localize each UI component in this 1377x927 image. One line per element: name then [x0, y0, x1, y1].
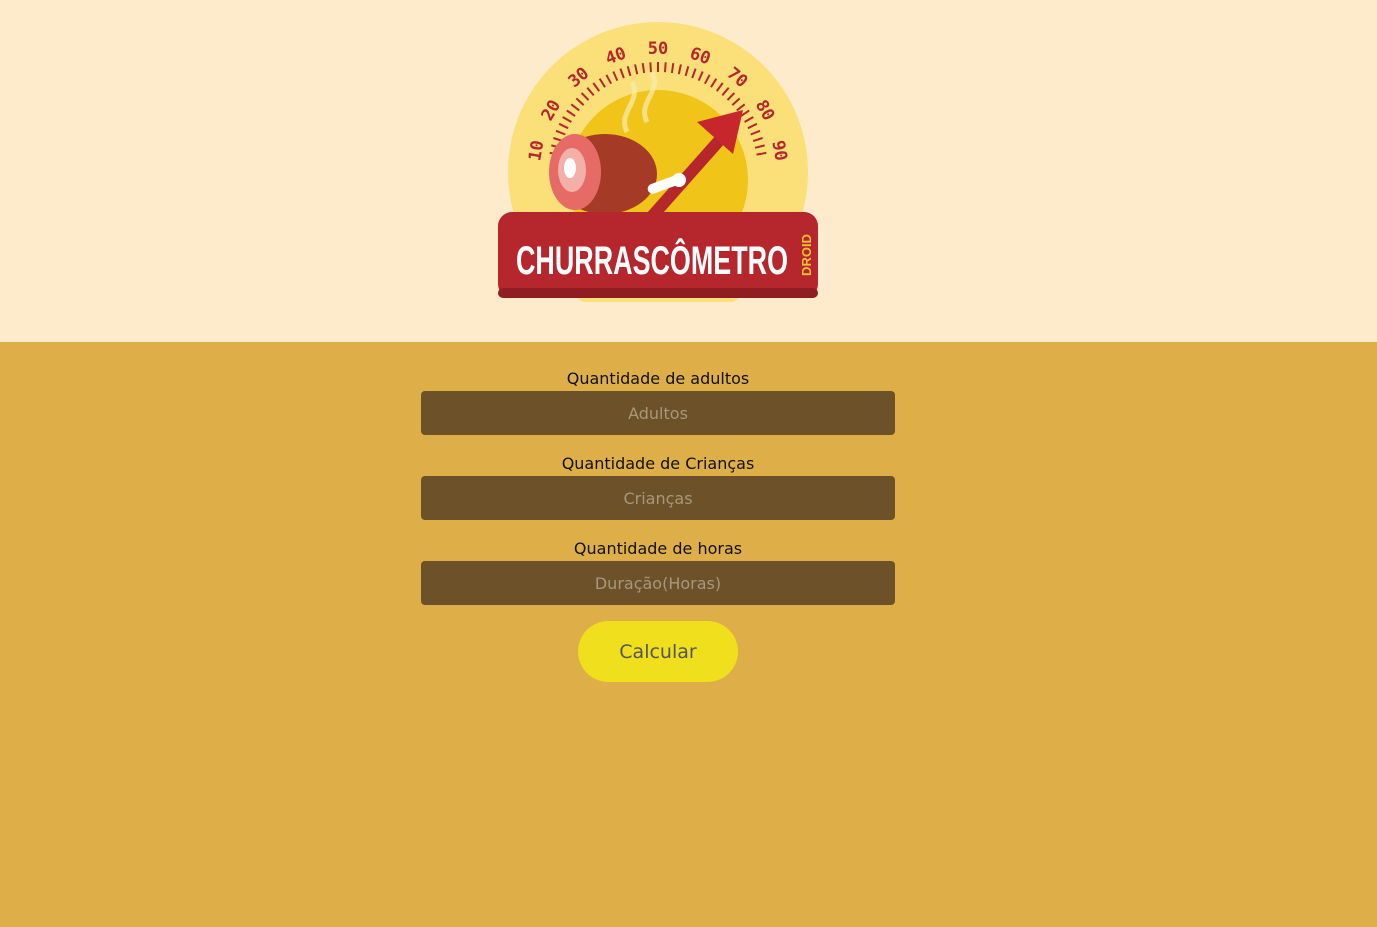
dial-tick [664, 62, 667, 73]
header: 102030405060708090 CHURRASCÔMETRO DROID [0, 0, 1377, 342]
children-input[interactable] [421, 476, 895, 520]
children-label: Quantidade de Crianças [561, 454, 755, 473]
dial-tick [641, 62, 646, 74]
logo-title: CHURRASCÔMETRO [516, 237, 788, 283]
logo-banner-shadow [498, 288, 818, 298]
adults-label: Quantidade de adultos [566, 369, 750, 388]
hours-input[interactable] [421, 561, 895, 605]
adults-input[interactable] [421, 391, 895, 435]
dial-number: 10 [525, 139, 548, 163]
logo-suffix: DROID [799, 234, 814, 276]
hours-label: Quantidade de horas [573, 539, 743, 558]
dial-number: 50 [648, 39, 668, 59]
calculate-button[interactable]: Calcular [578, 621, 738, 682]
dial-tick [670, 62, 675, 74]
dial-tick [649, 62, 652, 73]
churrascometro-logo: 102030405060708090 CHURRASCÔMETRO DROID [498, 22, 818, 302]
dial-number: 90 [767, 139, 790, 163]
